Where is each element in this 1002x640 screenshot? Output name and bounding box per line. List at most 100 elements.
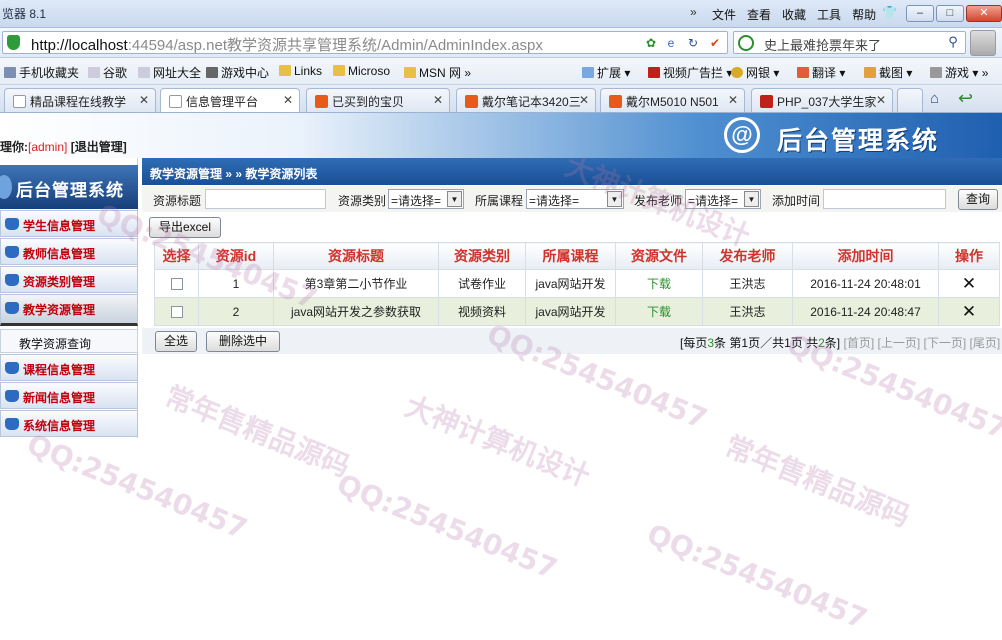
menu-help[interactable]: 帮助 <box>852 6 876 23</box>
menu-bullet-icon <box>5 362 19 374</box>
title-filter-label: 资源标题 <box>153 194 202 208</box>
col-id: 资源id <box>198 242 274 270</box>
fav-extensions[interactable]: 扩展 ▾ <box>582 64 630 81</box>
tab-php-037[interactable]: PHP_037大学生家 ✕ <box>751 88 893 112</box>
first-page-link[interactable]: [首页] <box>843 336 874 350</box>
menu-tools[interactable]: 工具 <box>817 6 841 23</box>
next-page-link[interactable]: [下一页] <box>924 336 967 350</box>
fav-msn[interactable]: MSN 网 » <box>404 64 471 81</box>
browser-menu: 文件 查看 收藏 工具 帮助 <box>712 6 876 23</box>
fav-adblock[interactable]: 视频广告拦 ▾ <box>648 64 732 81</box>
sidebar-item-system[interactable]: 系统信息管理 <box>0 410 138 437</box>
chevron-down-icon: ▼ <box>447 191 462 207</box>
close-window-button[interactable]: ✕ <box>966 5 1002 22</box>
minimize-button[interactable]: – <box>906 5 934 22</box>
watermark-qq: QQ:254540457 <box>22 427 252 546</box>
close-tab-icon[interactable]: ✕ <box>728 93 738 107</box>
sidebar-item-teachers[interactable]: 教师信息管理 <box>0 238 138 265</box>
query-button[interactable]: 查询 <box>958 189 998 210</box>
time-filter-input[interactable] <box>823 189 946 209</box>
sidebar-item-resource-types[interactable]: 资源类别管理 <box>0 266 138 293</box>
browser-tabbar: 精品课程在线教学 ✕ 信息管理平台 ✕ 已买到的宝贝 ✕ 戴尔笔记本3420三 ✕ 戴尔… <box>0 85 1002 113</box>
row-checkbox[interactable] <box>170 278 183 291</box>
type-filter-label: 资源类别 <box>338 194 387 208</box>
ie-mode-icon[interactable]: e <box>663 35 679 51</box>
last-page-link[interactable]: [尾页] <box>970 336 1001 350</box>
close-tab-icon[interactable]: ✕ <box>433 93 443 107</box>
fav-mobile[interactable]: 手机收藏夹 <box>4 64 79 81</box>
search-input[interactable]: 史上最难抢票年来了 <box>764 35 881 54</box>
current-user: [admin] <box>28 140 68 154</box>
fav-google[interactable]: 谷歌 <box>88 64 127 81</box>
close-tab-icon[interactable]: ✕ <box>139 93 149 107</box>
skin-icon[interactable]: 👕 <box>882 5 897 19</box>
fav-screenshot[interactable]: 截图 ▾ <box>864 64 912 81</box>
tab-dell-3420[interactable]: 戴尔笔记本3420三 ✕ <box>456 88 596 112</box>
app-logo-icon: @ <box>724 117 760 153</box>
search-icon[interactable]: ⚲ <box>944 34 962 51</box>
delete-icon[interactable]: ✕ <box>962 302 976 321</box>
fav-translate[interactable]: 翻译 ▾ <box>797 64 845 81</box>
watermark-shop: 常年售精品源码 <box>160 379 355 484</box>
fav-links[interactable]: Links <box>279 64 322 78</box>
sidebar-item-students[interactable]: 学生信息管理 <box>0 210 138 237</box>
menu-view[interactable]: 查看 <box>747 6 771 23</box>
row-checkbox[interactable] <box>170 306 183 319</box>
favorite-check-icon[interactable]: ✔ <box>707 35 723 51</box>
menu-bullet-icon <box>5 302 19 314</box>
cell-course: java网站开发 <box>525 297 616 326</box>
download-link[interactable]: 下载 <box>647 277 671 291</box>
menu-bullet-icon <box>5 218 19 230</box>
new-tab-button[interactable] <box>897 88 923 112</box>
back-arrow-icon[interactable]: ↩ <box>958 88 973 109</box>
select-all-button[interactable]: 全选 <box>155 331 197 352</box>
cell-teacher: 王洪志 <box>702 269 793 298</box>
close-tab-icon[interactable]: ✕ <box>283 93 293 107</box>
prev-page-link[interactable]: [上一页] <box>878 336 921 350</box>
maximize-button[interactable]: □ <box>936 5 964 22</box>
close-tab-icon[interactable]: ✕ <box>876 93 886 107</box>
sidebar-subitem-resource-query[interactable]: 教学资源查询 <box>0 329 138 353</box>
tab-taobao-bought[interactable]: 已买到的宝贝 ✕ <box>306 88 450 112</box>
fav-bank[interactable]: 网银 ▾ <box>731 64 779 81</box>
cell-id: 2 <box>198 297 274 326</box>
table-footer: 全选 删除选中 [每页3条 第1页／共1页 共2条] [首页] [上一页] [下… <box>142 328 1002 354</box>
sidebar-item-news[interactable]: 新闻信息管理 <box>0 382 138 409</box>
fav-games-center[interactable]: 游戏中心 <box>206 64 269 81</box>
close-tab-icon[interactable]: ✕ <box>579 93 589 107</box>
tab-dell-m5010[interactable]: 戴尔M5010 N501 ✕ <box>600 88 745 112</box>
fav-games[interactable]: 游戏 ▾ » <box>930 64 988 81</box>
col-action: 操作 <box>938 242 1000 270</box>
url-field[interactable]: http://localhost:44594/asp.net教学资源共享管理系统… <box>2 31 728 54</box>
sidebar-item-courses[interactable]: 课程信息管理 <box>0 354 138 381</box>
home-icon[interactable]: ⌂ <box>930 90 939 107</box>
tab-course-platform[interactable]: 精品课程在线教学 ✕ <box>4 88 156 112</box>
refresh-icon[interactable]: ↻ <box>685 35 701 51</box>
menu-file[interactable]: 文件 <box>712 6 736 23</box>
search-box[interactable]: 史上最难抢票年来了 ⚲ <box>733 31 966 54</box>
menu-favorites[interactable]: 收藏 <box>782 6 806 23</box>
delete-icon[interactable]: ✕ <box>962 274 976 293</box>
delete-selected-button[interactable]: 删除选中 <box>206 331 280 352</box>
fav-sites[interactable]: 网址大全 <box>138 64 201 81</box>
teacher-filter-select[interactable]: =请选择= ▼ <box>685 189 761 209</box>
download-link[interactable]: 下载 <box>647 305 671 319</box>
sidebar-title: 后台管理系统 <box>0 165 138 209</box>
menu-overflow-icon[interactable]: » <box>690 5 697 19</box>
course-filter-select[interactable]: =请选择= ▼ <box>526 189 624 209</box>
tab-info-platform[interactable]: 信息管理平台 ✕ <box>160 88 300 112</box>
cell-time: 2016-11-24 20:48:01 <box>792 269 939 298</box>
col-title: 资源标题 <box>273 242 439 270</box>
search-engine-icon[interactable] <box>738 35 754 51</box>
logout-link[interactable]: [退出管理] <box>71 140 127 154</box>
title-filter-input[interactable] <box>205 189 326 209</box>
compat-icon[interactable]: ✿ <box>643 35 659 51</box>
time-filter-label: 添加时间 <box>772 194 821 208</box>
type-filter-select[interactable]: =请选择= ▼ <box>388 189 464 209</box>
sidebar-item-resources[interactable]: 教学资源管理 <box>0 294 138 326</box>
export-excel-button[interactable]: 导出excel <box>149 217 221 238</box>
pager: [每页3条 第1页／共1页 共2条] [首页] [上一页] [下一页] [尾页] <box>680 336 1001 350</box>
user-avatar[interactable] <box>970 30 996 56</box>
fav-microsoft[interactable]: Microso <box>333 64 390 78</box>
watermark-design: 大神计算机设计 <box>400 389 595 494</box>
